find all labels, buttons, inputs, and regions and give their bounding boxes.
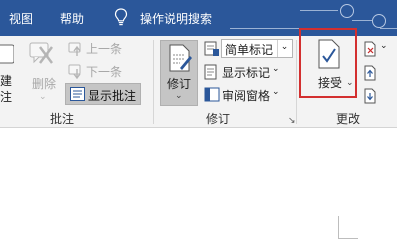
track-changes-icon (168, 44, 192, 75)
chevron-down-icon: ⌄ (277, 40, 291, 57)
new-comment-label-2[interactable]: 注 (0, 88, 12, 106)
lightbulb-icon (114, 8, 128, 29)
accept-icon[interactable] (318, 39, 340, 72)
group-divider (153, 40, 154, 124)
margin-marker-vertical (338, 216, 339, 238)
decoration-line (380, 28, 397, 29)
track-changes-label: 修订 (167, 77, 192, 91)
markup-dropdown-value: 简单标记 (225, 43, 274, 57)
track-changes-button[interactable]: 修订 ⌄ (160, 40, 198, 106)
new-comment-icon[interactable] (0, 43, 15, 70)
show-markup-icon (204, 64, 218, 83)
show-comments-icon (70, 87, 85, 104)
ribbon: 建 注 删除 ⌄ 上一条 下一条 显示批注 批注 修订 ⌄ 简单标记 ⌄ 显示标… (0, 28, 397, 128)
next-comment-icon[interactable] (68, 63, 84, 82)
tracking-group-label: 修订 (206, 112, 231, 126)
document-canvas[interactable] (0, 128, 397, 248)
comments-group-label: 批注 (50, 112, 75, 126)
chevron-down-icon[interactable]: ⌄ (380, 41, 388, 51)
previous-comment-icon[interactable] (68, 41, 84, 60)
margin-marker-horizontal (338, 238, 358, 239)
decoration-circle (372, 14, 386, 28)
show-markup-button[interactable]: 显示标记 (222, 64, 270, 82)
chevron-down-icon[interactable]: ⌄ (272, 87, 280, 97)
next-change-icon[interactable] (364, 88, 376, 107)
dialog-launcher-icon[interactable]: ↘ (288, 116, 296, 126)
reviewing-pane-button[interactable]: 审阅窗格 (222, 87, 270, 105)
chevron-down-icon[interactable]: ⌄ (272, 64, 280, 74)
delete-comment-label[interactable]: 删除 (32, 75, 56, 93)
markup-dropdown[interactable]: 简单标记 ⌄ (221, 39, 293, 58)
accept-button[interactable]: 接受 (318, 74, 342, 91)
delete-comment-icon[interactable] (28, 41, 58, 72)
tell-me-search[interactable]: 操作说明搜索 (140, 10, 212, 27)
tab-view[interactable]: 视图 (9, 10, 33, 27)
reject-icon[interactable] (364, 41, 376, 60)
previous-change-icon[interactable] (364, 65, 376, 84)
decoration-circle (340, 4, 354, 18)
next-comment-label[interactable]: 下一条 (86, 63, 122, 81)
reviewing-pane-icon (204, 87, 220, 105)
chevron-down-icon: ⌄ (175, 91, 183, 101)
decoration-line (352, 20, 372, 21)
show-comments-label: 显示批注 (88, 89, 137, 103)
chevron-down-icon[interactable]: ⌄ (39, 92, 47, 102)
tab-help[interactable]: 帮助 (60, 10, 84, 27)
changes-group-label: 更改 (336, 112, 361, 126)
chevron-down-icon[interactable]: ⌄ (346, 78, 354, 88)
previous-comment-label[interactable]: 上一条 (86, 40, 122, 58)
group-divider (296, 40, 297, 124)
simple-markup-icon (204, 41, 220, 60)
show-comments-button[interactable]: 显示批注 (65, 83, 141, 105)
decoration-line (300, 10, 338, 11)
